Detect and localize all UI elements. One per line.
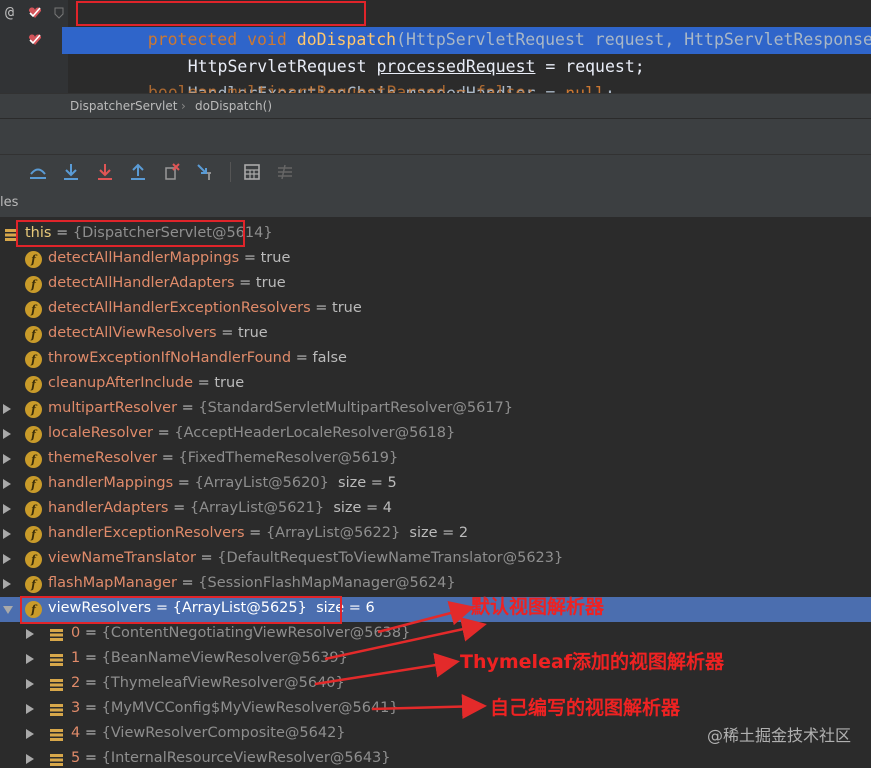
arrow-custom bbox=[371, 694, 487, 720]
arrow-bean-name bbox=[324, 617, 487, 661]
arrow-default bbox=[377, 600, 475, 634]
annotation-default-resolvers: 默认视图解析器 bbox=[471, 596, 605, 618]
annotation-arrows bbox=[314, 600, 487, 720]
arrow-thymeleaf bbox=[314, 652, 460, 686]
annotation-custom-resolver: 自己编写的视图解析器 bbox=[490, 697, 681, 719]
annotation-thymeleaf-resolver: Thymeleaf添加的视图解析器 bbox=[460, 651, 725, 673]
watermark: @稀土掘金技术社区 bbox=[706, 726, 851, 745]
